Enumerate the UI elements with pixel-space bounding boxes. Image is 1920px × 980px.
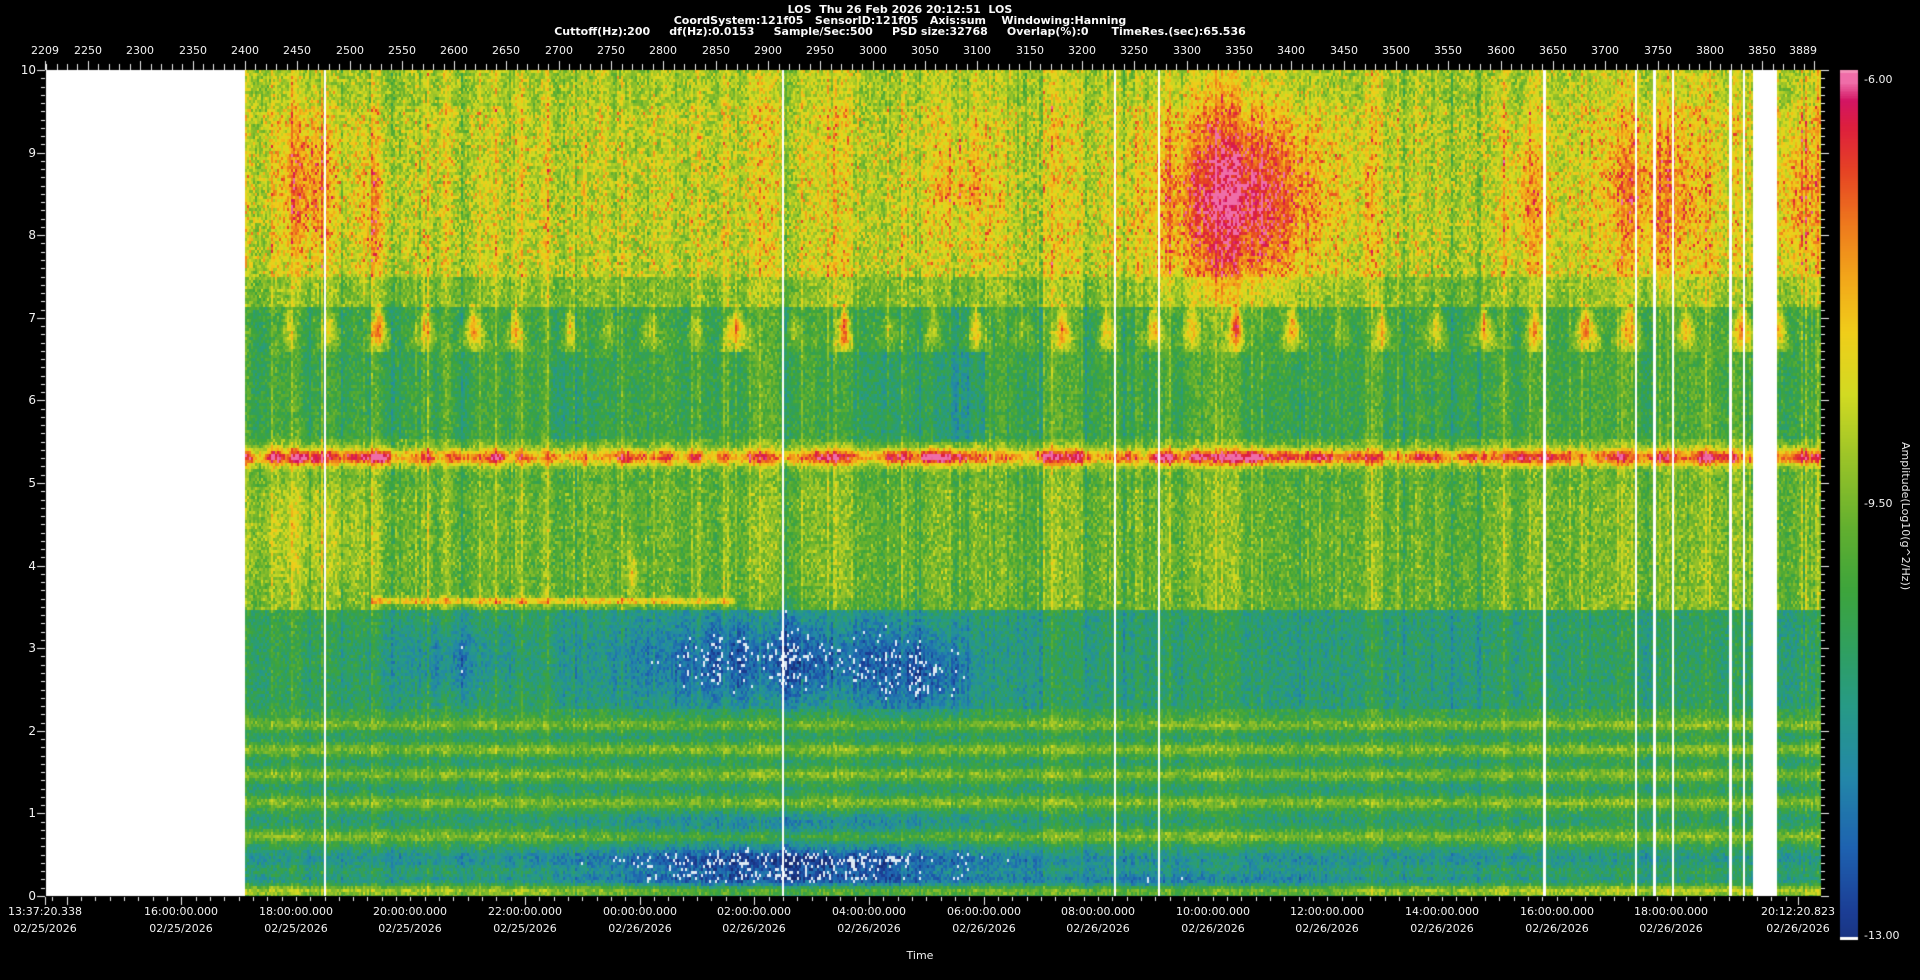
top-axis-label: 3250 (1114, 44, 1154, 57)
y-axis-label: 5 (10, 476, 36, 490)
spectrogram-screen: LOS Thu 26 Feb 2026 20:12:51 LOS CoordSy… (0, 0, 1920, 980)
top-axis-label: 3450 (1324, 44, 1364, 57)
date-label: 02/26/2026 (585, 922, 695, 935)
top-axis-label: 3100 (957, 44, 997, 57)
top-axis-label: 3400 (1271, 44, 1311, 57)
top-axis-label: 2350 (173, 44, 213, 57)
y-axis-label: 7 (10, 311, 36, 325)
top-axis-label: 3200 (1062, 44, 1102, 57)
date-label: 02/25/2026 (355, 922, 465, 935)
time-label: 13:37:20.338 (0, 905, 100, 918)
top-axis-label: 2950 (800, 44, 840, 57)
time-label: 04:00:00.000 (814, 905, 924, 918)
top-axis-label: 2900 (748, 44, 788, 57)
top-axis-label: 3750 (1638, 44, 1678, 57)
date-label: 02/25/2026 (470, 922, 580, 935)
y-axis-label: 3 (10, 641, 36, 655)
time-label: 02:00:00.000 (699, 905, 809, 918)
top-axis-label: 2500 (330, 44, 370, 57)
y-axis-label: 6 (10, 393, 36, 407)
time-label: 16:00:00.000 (1502, 905, 1612, 918)
top-axis-label: 3600 (1481, 44, 1521, 57)
top-axis-label: 2750 (591, 44, 631, 57)
date-label: 02/26/2026 (1043, 922, 1153, 935)
time-axis-title: Time (860, 949, 980, 962)
y-axis-label: 8 (10, 228, 36, 242)
top-axis-label: 3889 (1783, 44, 1823, 57)
top-axis-label: 3500 (1376, 44, 1416, 57)
top-axis-label: 3150 (1010, 44, 1050, 57)
top-axis-label: 2700 (539, 44, 579, 57)
time-label: 16:00:00.000 (126, 905, 236, 918)
time-label: 18:00:00.000 (1616, 905, 1726, 918)
date-label: 02/26/2026 (699, 922, 809, 935)
time-label: 20:00:00.000 (355, 905, 465, 918)
top-axis-label: 3850 (1742, 44, 1782, 57)
colorbar-tick-label: -9.50 (1864, 497, 1892, 510)
colorbar-title: Amplitude(Log10(g^2/Hz)) (1899, 442, 1912, 590)
top-axis-label: 2400 (225, 44, 265, 57)
date-label: 02/26/2026 (1387, 922, 1497, 935)
top-axis-label: 2600 (434, 44, 474, 57)
date-label: 02/26/2026 (1616, 922, 1726, 935)
time-label: 14:00:00.000 (1387, 905, 1497, 918)
top-axis-label: 2850 (696, 44, 736, 57)
time-label: 22:00:00.000 (470, 905, 580, 918)
time-label: 12:00:00.000 (1272, 905, 1382, 918)
time-label: 20:12:20.823 (1743, 905, 1853, 918)
top-axis-label: 3650 (1533, 44, 1573, 57)
top-axis-label: 2650 (486, 44, 526, 57)
top-axis-label: 3700 (1585, 44, 1625, 57)
time-label: 18:00:00.000 (241, 905, 351, 918)
date-label: 02/26/2026 (929, 922, 1039, 935)
header-params-line2: Cuttoff(Hz):200 df(Hz):0.0153 Sample/Sec… (0, 25, 1800, 38)
y-axis-label: 2 (10, 724, 36, 738)
date-label: 02/25/2026 (0, 922, 100, 935)
top-axis-label: 3800 (1690, 44, 1730, 57)
colorbar-tick-label: -13.00 (1864, 929, 1899, 942)
top-axis-label: 2450 (277, 44, 317, 57)
top-axis-label: 2250 (68, 44, 108, 57)
top-axis-label: 3050 (905, 44, 945, 57)
time-label: 00:00:00.000 (585, 905, 695, 918)
time-label: 10:00:00.000 (1158, 905, 1268, 918)
y-axis-label: 4 (10, 559, 36, 573)
colorbar-tick-label: -6.00 (1864, 73, 1892, 86)
date-label: 02/26/2026 (1158, 922, 1268, 935)
top-axis-label: 3550 (1428, 44, 1468, 57)
date-label: 02/26/2026 (1743, 922, 1853, 935)
date-label: 02/25/2026 (241, 922, 351, 935)
time-label: 06:00:00.000 (929, 905, 1039, 918)
top-axis-label: 3000 (853, 44, 893, 57)
top-axis-label: 2209 (25, 44, 65, 57)
top-axis-label: 3300 (1167, 44, 1207, 57)
date-label: 02/25/2026 (126, 922, 236, 935)
time-label: 08:00:00.000 (1043, 905, 1153, 918)
y-axis-label: 0 (10, 889, 36, 903)
y-axis-label: 10 (10, 63, 36, 77)
y-axis-label: 1 (10, 806, 36, 820)
y-axis-label: 9 (10, 146, 36, 160)
top-axis-label: 2800 (643, 44, 683, 57)
date-label: 02/26/2026 (1272, 922, 1382, 935)
top-axis-label: 2300 (120, 44, 160, 57)
spectrogram-canvas (0, 0, 1920, 980)
top-axis-label: 2550 (382, 44, 422, 57)
date-label: 02/26/2026 (814, 922, 924, 935)
top-axis-label: 3350 (1219, 44, 1259, 57)
date-label: 02/26/2026 (1502, 922, 1612, 935)
